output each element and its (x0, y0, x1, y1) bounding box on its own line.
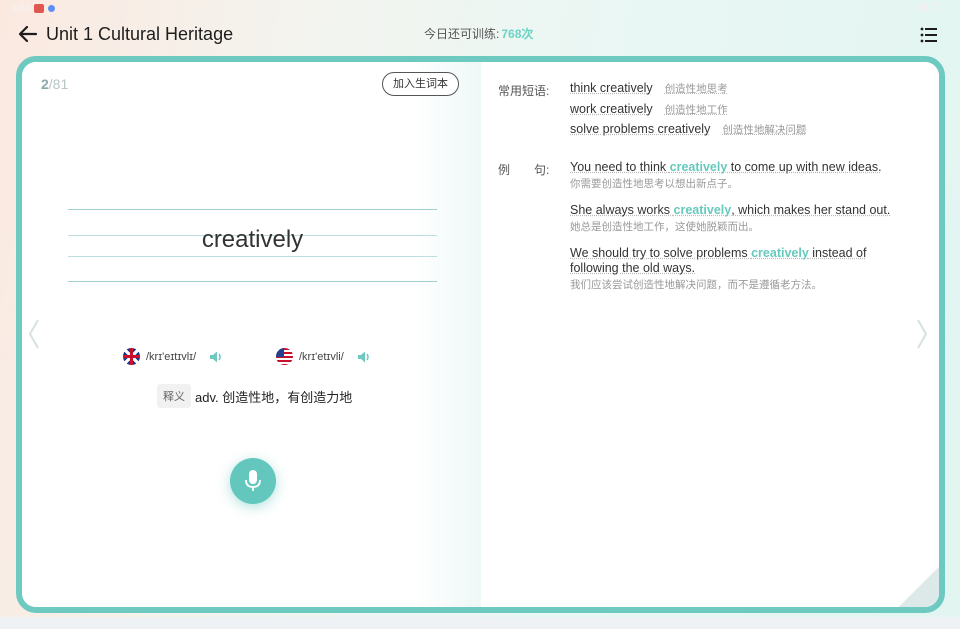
us-flag-icon (276, 348, 293, 365)
page-title: Unit 1 Cultural Heritage (46, 24, 234, 44)
progress-total: /81 (48, 76, 69, 92)
example-list: You need to think creatively to come up … (570, 160, 900, 304)
status-indicators (919, 3, 948, 11)
word-pane: 2/81 加入生词本 creatively /krɪ'eɪtɪvlɪ/ /krɪ… (22, 62, 482, 607)
example-chinese: 你需要创造性地思考以想出新点子。 (570, 178, 738, 190)
record-button[interactable] (230, 458, 276, 504)
notification-dot-icon (48, 5, 55, 12)
phrase-item: work creatively 创造性地工作 (570, 101, 728, 116)
example-chinese: 我们应该尝试创造性地解决问题，而不是遵循老方法。 (570, 279, 822, 291)
counter-value: 768次 (501, 27, 534, 41)
phrase-item: think creatively 创造性地思考 (570, 81, 728, 95)
speaker-icon[interactable] (208, 349, 224, 365)
speaker-icon[interactable] (356, 349, 372, 365)
chevron-left-icon (28, 319, 39, 349)
microphone-icon (245, 470, 261, 491)
examples-label: 例 句: (498, 163, 550, 177)
chevron-right-icon (917, 319, 928, 349)
page-curl (899, 567, 939, 607)
wifi-icon (919, 3, 928, 11)
phrase-list: think creatively 创造性地思考 work creatively … (570, 81, 806, 143)
progress-indicator: 2/81 (41, 76, 68, 92)
pronunciation-us: /krɪ'etɪvli/ (276, 348, 372, 365)
previous-word-button[interactable] (26, 316, 42, 352)
status-bar: 8:44 (0, 0, 960, 18)
bottom-strip (0, 617, 960, 629)
definition-text: adv. 创造性地，有创造力地 (195, 389, 353, 405)
back-button[interactable] (16, 22, 40, 46)
notification-app-icon (34, 4, 44, 13)
phrase-item: solve problems creatively 创造性地解决问题 (570, 122, 807, 136)
detail-pane: 常用短语: think creatively 创造性地思考 work creat… (481, 62, 939, 607)
word-card: 2/81 加入生词本 creatively /krɪ'eɪtɪvlɪ/ /krɪ… (16, 56, 945, 613)
phrases-label: 常用短语: (498, 84, 550, 98)
headword: creatively (201, 226, 304, 253)
counter-label: 今日还可训练: (424, 27, 500, 41)
definition-tag: 释义 (157, 384, 191, 408)
progress-current: 2 (41, 76, 49, 92)
menu-button[interactable] (920, 26, 938, 44)
pronunciation-uk: /krɪ'eɪtɪvlɪ/ (123, 348, 224, 365)
header: Unit 1 Cultural Heritage 今日还可训练: 768次 (0, 18, 960, 52)
add-to-vocab-button[interactable]: 加入生词本 (382, 72, 459, 96)
example-sentence: We should try to solve problems creative… (570, 246, 900, 292)
uk-flag-icon (123, 348, 140, 365)
training-counter: 今日还可训练: 768次 (424, 26, 533, 42)
phonetic-uk: /krɪ'eɪtɪvlɪ/ (146, 350, 197, 363)
example-sentence: You need to think creatively to come up … (570, 160, 900, 191)
phonetic-us: /krɪ'etɪvli/ (299, 350, 344, 363)
definition: 释义 adv. 创造性地，有创造力地 (157, 384, 352, 408)
next-word-button[interactable] (914, 316, 930, 352)
example-english: You need to think creatively to come up … (570, 160, 882, 174)
example-english: She always works creatively, which makes… (570, 203, 891, 217)
menu-list-icon (920, 27, 937, 43)
example-sentence: She always works creatively, which makes… (570, 203, 900, 234)
example-chinese: 她总是创造性地工作，这使她脱颖而出。 (570, 221, 759, 233)
example-english: We should try to solve problems creative… (570, 246, 867, 275)
status-time: 8:44 (12, 3, 30, 13)
back-arrow-icon (18, 25, 38, 43)
battery-icon (934, 3, 948, 11)
